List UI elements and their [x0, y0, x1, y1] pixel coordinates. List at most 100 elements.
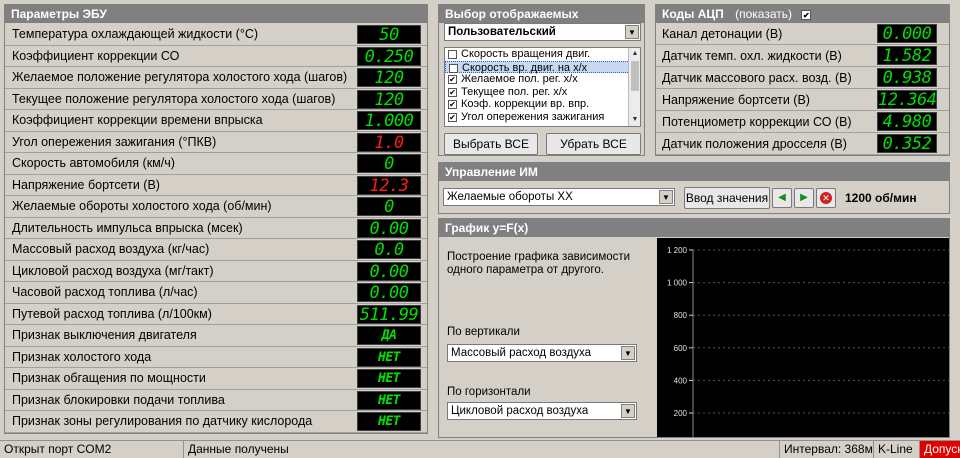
parameter-label: Путевой расход топлива (л/100км) — [12, 306, 212, 321]
ecu-parameters-panel: Параметры ЭБУ Температура охлаждающей жи… — [4, 4, 428, 434]
parameter-value-display: 0.00 — [357, 261, 421, 281]
checklist-item[interactable]: Скорость вращения двиг. — [445, 48, 640, 61]
parameter-row: Желаемые обороты холостого хода (об/мин)… — [5, 196, 427, 218]
horizontal-axis-value: Цикловой расход воздуха — [451, 405, 589, 417]
checkbox[interactable] — [448, 50, 457, 59]
adc-row: Датчик положения дросселя (В) 0.352 — [656, 133, 949, 155]
graph-panel-title: График y=F(x) — [439, 219, 949, 237]
parameter-row: Цикловой расход воздуха (мг/такт) 0.00 — [5, 261, 427, 282]
actuator-dropdown-value: Желаемые обороты ХХ — [447, 191, 573, 203]
actuator-control-panel: Управление ИМ Желаемые обороты ХХ ▼ Ввод… — [438, 162, 950, 214]
parameter-label: Коэффициент коррекции СО — [12, 48, 180, 63]
scroll-thumb[interactable] — [631, 61, 639, 91]
chevron-down-icon[interactable]: ▼ — [659, 190, 673, 204]
adc-label: Датчик массового расх. возд. (В) — [662, 71, 852, 85]
parameter-value-display: НЕТ — [357, 412, 421, 431]
mode-dropdown-value: Пользовательский — [448, 26, 556, 38]
adc-label: Канал детонации (В) — [662, 27, 783, 41]
status-data: Данные получены — [184, 441, 780, 458]
parameter-value-display: 12.3 — [357, 175, 421, 195]
parameter-row: Желаемое положение регулятора холостого … — [5, 67, 427, 89]
mode-dropdown[interactable]: Пользовательский ▼ — [444, 23, 641, 41]
adc-value-display: 0.352 — [877, 134, 937, 153]
parameter-checklist[interactable]: Скорость вращения двиг. Скорость вр. двиг… — [444, 47, 641, 127]
parameter-row: Коэффициент коррекции времени впрыска 1.0… — [5, 110, 427, 132]
checklist-item[interactable]: Скорость вр. двиг. на х/х — [445, 60, 640, 74]
checkbox[interactable]: ✔ — [448, 112, 457, 122]
checkbox[interactable] — [449, 63, 458, 73]
adc-show-label: (показать) — [735, 7, 792, 21]
parameter-label: Цикловой расход воздуха (мг/такт) — [12, 263, 214, 278]
adc-value-display: 4.980 — [877, 112, 937, 131]
checkbox[interactable]: ✔ — [448, 75, 457, 84]
checklist-item-label: Коэф. коррекции вр. впр. — [461, 98, 590, 110]
parameter-value-display: НЕТ — [357, 390, 421, 410]
stop-button[interactable]: ✕ — [816, 188, 836, 208]
parameter-value-display: 0 — [357, 154, 421, 173]
parameter-row: Признак обгащения по мощности НЕТ — [5, 368, 427, 390]
adc-value-display: 0.000 — [877, 24, 937, 43]
parameter-row: Угол опережения зажигания (°ПКВ) 1.0 — [5, 132, 427, 153]
arrow-right-icon[interactable]: ▶ — [794, 188, 814, 208]
adc-label: Датчик темп. охл. жидкости (В) — [662, 49, 842, 63]
parameter-row: Напряжение бортсети (В) 12.3 — [5, 175, 427, 196]
actuator-panel-title: Управление ИМ — [439, 163, 949, 181]
checklist-item[interactable]: ✔ Коэф. коррекции вр. впр. — [445, 98, 640, 111]
arrow-left-icon[interactable]: ◀ — [772, 188, 792, 208]
parameter-label: Длительность импульса впрыска (мсек) — [12, 220, 243, 235]
adc-panel-header: Коды АЦП (показать) ✔ — [656, 5, 949, 23]
checklist-item-label: Скорость вр. двиг. на х/х — [462, 61, 588, 74]
parameter-label: Желаемое положение регулятора холостого … — [12, 70, 348, 84]
ecu-parameter-list: Температура охлаждающей жидкости (°С) 50 К… — [5, 24, 427, 433]
status-protocol: K-Line — [874, 441, 920, 458]
adc-panel-title: Коды АЦП — [662, 7, 724, 21]
parameter-value-display: 0.00 — [357, 283, 421, 302]
parameter-label: Коэффициент коррекции времени впрыска — [12, 113, 263, 127]
checkbox[interactable]: ✔ — [448, 100, 457, 109]
parameter-label: Часовой расход топлива (л/час) — [12, 285, 198, 299]
adc-label: Датчик положения дросселя (В) — [662, 137, 847, 151]
scroll-up-icon[interactable]: ▲ — [630, 49, 640, 59]
graph-description: Построение графика зависимости одного па… — [447, 251, 631, 276]
chevron-down-icon[interactable]: ▼ — [621, 404, 635, 418]
adc-value-display: 1.582 — [877, 46, 937, 65]
adc-row: Напряжение бортсети (В) 12.364 — [656, 89, 949, 111]
status-port: Открыт порт COM2 — [0, 441, 184, 458]
parameter-label: Угол опережения зажигания (°ПКВ) — [12, 134, 217, 149]
graph-panel: График y=F(x) Построение графика зависим… — [438, 218, 950, 438]
checklist-item-label: Желаемое пол. рег. х/х — [461, 73, 578, 85]
actuator-readout: 1200 об/мин — [845, 191, 917, 205]
adc-code-list: Канал детонации (В) 0.000 Датчик темп. охл… — [656, 23, 949, 155]
vertical-axis-dropdown[interactable]: Массовый расход воздуха ▼ — [447, 344, 637, 362]
parameter-value-display: 0 — [357, 197, 421, 216]
remove-all-button[interactable]: Убрать ВСЕ — [546, 133, 641, 155]
horizontal-axis-dropdown[interactable]: Цикловой расход воздуха ▼ — [447, 402, 637, 420]
parameter-row: Признак выключения двигателя ДА — [5, 325, 427, 347]
chevron-down-icon[interactable]: ▼ — [621, 346, 635, 360]
adc-show-checkbox[interactable]: ✔ — [801, 9, 812, 20]
checklist-scrollbar[interactable]: ▲ ▼ — [628, 48, 640, 126]
checklist-item[interactable]: ✔ Желаемое пол. рег. х/х — [445, 73, 640, 86]
checklist-item[interactable]: ✔ Угол опережения зажигания — [445, 111, 640, 124]
parameter-row: Путевой расход топлива (л/100км) 511.99 — [5, 304, 427, 325]
checklist-item[interactable]: ✔ Текущее пол. рег. х/х — [445, 86, 640, 99]
select-all-button[interactable]: Выбрать ВСЕ — [444, 133, 538, 155]
adc-value-display: 0.938 — [877, 68, 937, 87]
adc-row: Потенциометр коррекции СО (В) 4.980 — [656, 111, 949, 133]
adc-value-display: 12.364 — [877, 90, 937, 110]
parameter-row: Часовой расход топлива (л/час) 0.00 — [5, 282, 427, 304]
checkbox[interactable]: ✔ — [448, 87, 457, 97]
vertical-axis-value: Массовый расход воздуха — [451, 347, 592, 359]
parameter-value-display: 120 — [357, 89, 421, 109]
y-tick-label: 800 — [674, 311, 688, 320]
actuator-dropdown[interactable]: Желаемые обороты ХХ ▼ — [443, 188, 675, 206]
scroll-down-icon[interactable]: ▼ — [630, 115, 640, 125]
parameter-row: Длительность импульса впрыска (мсек) 0.00 — [5, 218, 427, 239]
chevron-down-icon[interactable]: ▼ — [625, 25, 639, 39]
parameter-row: Скорость автомобиля (км/ч) 0 — [5, 153, 427, 175]
adc-row: Датчик массового расх. возд. (В) 0.938 — [656, 67, 949, 89]
enter-value-button[interactable]: Ввод значения — [684, 187, 770, 209]
parameter-value-display: НЕТ — [357, 369, 421, 388]
parameter-value-display: НЕТ — [357, 347, 421, 367]
parameter-row: Массовый расход воздуха (кг/час) 0.0 — [5, 239, 427, 261]
